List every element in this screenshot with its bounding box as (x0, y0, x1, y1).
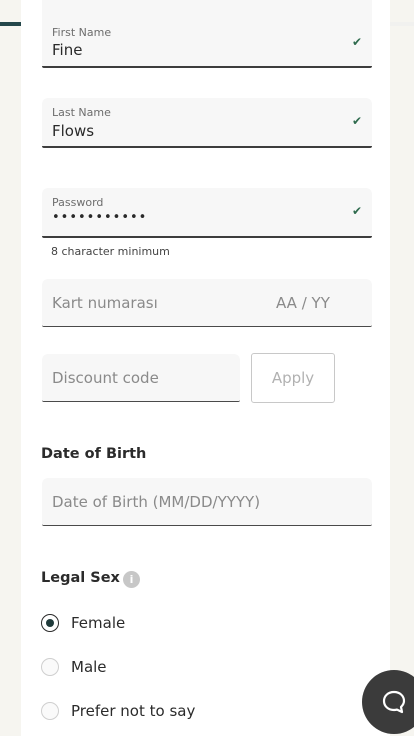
last-name-field[interactable]: Last Name Flows ✔ (42, 98, 372, 148)
radio-label: Male (71, 658, 107, 676)
apply-button[interactable]: Apply (251, 353, 335, 403)
radio-prefer-not-to-say[interactable]: Prefer not to say (41, 699, 195, 723)
password-field[interactable]: Password ••••••••••• ✔ (42, 188, 372, 238)
dob-title: Date of Birth (41, 446, 147, 462)
radio-label: Prefer not to say (71, 702, 196, 720)
valid-check-icon: ✔ (351, 204, 362, 218)
radio-female[interactable]: Female (41, 611, 125, 635)
password-label: Password (52, 196, 104, 209)
dob-input[interactable]: Date of Birth (MM/DD/YYYY) (42, 478, 372, 526)
last-name-label: Last Name (52, 106, 111, 119)
form-panel: First Name Fine ✔ Last Name Flows ✔ Pass… (21, 0, 390, 736)
radio-label: Female (71, 614, 126, 632)
first-name-label: First Name (52, 26, 112, 39)
valid-check-icon: ✔ (351, 114, 362, 128)
card-number-placeholder[interactable]: Kart numarası (52, 294, 158, 312)
card-expiry-placeholder[interactable]: AA / YY (276, 294, 330, 312)
valid-check-icon: ✔ (351, 35, 362, 49)
info-icon[interactable]: i (123, 571, 140, 588)
discount-code-input[interactable]: Discount code (42, 354, 240, 402)
radio-empty-icon[interactable] (41, 658, 59, 676)
dob-placeholder: Date of Birth (MM/DD/YYYY) (52, 493, 261, 511)
password-value[interactable]: ••••••••••• (52, 210, 147, 225)
first-name-value[interactable]: Fine (52, 41, 82, 59)
radio-selected-icon[interactable] (41, 614, 59, 632)
last-name-value[interactable]: Flows (52, 122, 94, 140)
legal-sex-title: Legal Sex (41, 570, 120, 586)
first-name-field[interactable]: First Name Fine ✔ (42, 0, 372, 68)
radio-empty-icon[interactable] (41, 702, 59, 720)
password-hint: 8 character minimum (51, 245, 170, 258)
card-field[interactable]: Kart numarası AA / YY (42, 279, 372, 327)
discount-placeholder: Discount code (52, 369, 159, 387)
radio-male[interactable]: Male (41, 655, 107, 679)
chat-bubble-icon (382, 690, 406, 714)
